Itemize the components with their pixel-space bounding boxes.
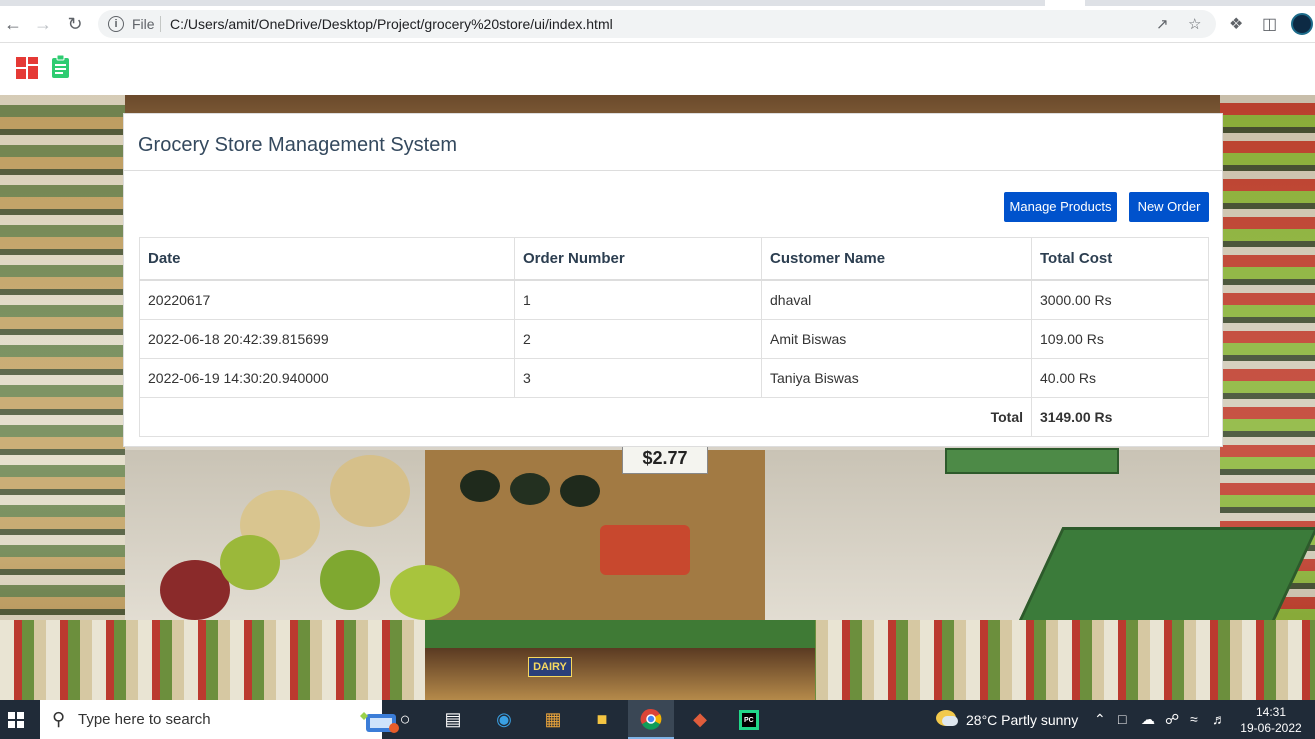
- tray-chevron-up-icon[interactable]: ⌃: [1094, 711, 1106, 728]
- address-bar[interactable]: i File C:/Users/amit/OneDrive/Desktop/Pr…: [98, 10, 1216, 38]
- profile-avatar[interactable]: [1291, 13, 1313, 35]
- search-placeholder: Type here to search: [78, 711, 211, 728]
- column-header-total-cost: Total Cost: [1031, 237, 1209, 281]
- tray-volume-icon[interactable]: ♬: [1212, 711, 1226, 727]
- column-header-date: Date: [139, 237, 515, 281]
- order-number-cell: 2: [514, 319, 762, 359]
- windows-taskbar: ⚲ Type here to search ○ ▤ ◉ ▦ ■ ◆ PC 28°…: [0, 700, 1315, 739]
- column-header-order-number: Order Number: [514, 237, 762, 281]
- file-explorer-icon[interactable]: ■: [579, 700, 625, 739]
- table-total-row: Total 3149.00 Rs: [139, 397, 1209, 437]
- dairy-sign: DAIRY: [528, 657, 572, 677]
- order-date-cell: 2022-06-19 14:30:20.940000: [139, 358, 515, 398]
- tray-wifi-icon[interactable]: ≈: [1190, 711, 1198, 727]
- tomato-pack-decoration: [600, 525, 690, 575]
- reload-icon[interactable]: ↻: [65, 14, 85, 34]
- avocado-decoration: [510, 473, 550, 505]
- taskbar-search-box[interactable]: ⚲ Type here to search: [40, 700, 399, 739]
- mango-decoration: [220, 535, 280, 590]
- mango-decoration: [160, 560, 230, 620]
- chrome-browser-icon[interactable]: [628, 700, 674, 739]
- forward-arrow-icon[interactable]: →: [33, 14, 53, 34]
- pycharm-logo-icon: PC: [739, 709, 759, 730]
- column-header-customer-name: Customer Name: [761, 237, 1032, 281]
- total-cost-cell: 3000.00 Rs: [1031, 279, 1209, 320]
- customer-name-cell: Amit Biswas: [761, 319, 1032, 359]
- search-icon: ⚲: [52, 709, 66, 729]
- floor-mat-decoration: [945, 448, 1119, 474]
- info-icon[interactable]: i: [108, 16, 124, 32]
- widgets-icon[interactable]: ▤: [430, 700, 476, 739]
- clock-date: 19-06-2022: [1240, 721, 1302, 735]
- app-header: [0, 43, 1315, 95]
- order-date-cell: 2022-06-18 20:42:39.815699: [139, 319, 515, 359]
- svg-text:PC: PC: [744, 717, 754, 724]
- customer-name-cell: dhaval: [761, 279, 1032, 320]
- customer-name-cell: Taniya Biswas: [761, 358, 1032, 398]
- task-view-icon[interactable]: ○: [382, 700, 428, 739]
- melon-decoration: [330, 455, 410, 527]
- address-separator: [160, 16, 161, 32]
- mango-decoration: [390, 565, 460, 620]
- bookmark-star-icon[interactable]: ☆: [1188, 15, 1201, 33]
- table-row: 20220617 1 dhaval 3000.00 Rs: [139, 279, 1209, 320]
- avocado-decoration: [460, 470, 500, 502]
- side-panel-icon[interactable]: ◫: [1262, 14, 1277, 34]
- table-row: 2022-06-19 14:30:20.940000 3 Taniya Bisw…: [139, 358, 1209, 398]
- order-number-cell: 3: [514, 358, 762, 398]
- dashboard-grid-icon[interactable]: [16, 57, 38, 79]
- mango-decoration: [320, 550, 380, 610]
- orders-panel: Grocery Store Management System Manage P…: [123, 113, 1223, 447]
- dairy-section-decoration: [425, 620, 815, 700]
- chrome-logo-icon: [640, 708, 662, 730]
- tray-onedrive-icon[interactable]: ☁: [1141, 711, 1155, 728]
- page-title: Grocery Store Management System: [138, 134, 458, 156]
- orders-table: Date Order Number Customer Name Total Co…: [139, 237, 1209, 437]
- file-scheme-label: File: [132, 16, 155, 32]
- avocado-decoration: [560, 475, 600, 507]
- manage-products-button[interactable]: Manage Products: [1004, 192, 1117, 222]
- order-date-cell: 20220617: [139, 279, 515, 320]
- total-cost-cell: 109.00 Rs: [1031, 319, 1209, 359]
- new-order-button[interactable]: New Order: [1129, 192, 1209, 222]
- clock-time: 14:31: [1255, 705, 1287, 719]
- order-number-cell: 1: [514, 279, 762, 320]
- windows-start-icon[interactable]: [8, 712, 24, 728]
- microsoft-store-icon[interactable]: ▦: [530, 700, 576, 739]
- git-app-icon[interactable]: ◆: [677, 700, 723, 739]
- left-shelf-decoration: [0, 95, 125, 620]
- table-row: 2022-06-18 20:42:39.815699 2 Amit Biswas…: [139, 319, 1209, 359]
- taskbar-clock[interactable]: 14:31 19-06-2022: [1240, 704, 1302, 736]
- grand-total-label: Total: [139, 397, 1032, 437]
- weather-text[interactable]: 28°C Partly sunny: [966, 712, 1078, 728]
- table-header-row: Date Order Number Customer Name Total Co…: [139, 237, 1209, 281]
- clipboard-icon[interactable]: [51, 55, 70, 79]
- share-icon[interactable]: ↗: [1156, 15, 1169, 33]
- extensions-puzzle-icon[interactable]: ❖: [1229, 14, 1243, 34]
- panel-heading: Grocery Store Management System: [124, 114, 1222, 171]
- url-text[interactable]: C:/Users/amit/OneDrive/Desktop/Project/g…: [170, 16, 613, 32]
- total-cost-cell: 40.00 Rs: [1031, 358, 1209, 398]
- grand-total-value: 3149.00 Rs: [1031, 397, 1209, 437]
- pycharm-icon[interactable]: PC: [726, 700, 772, 739]
- browser-toolbar: ← → ↻ i File C:/Users/amit/OneDrive/Desk…: [0, 6, 1315, 43]
- tray-device-icon[interactable]: □: [1118, 711, 1126, 727]
- back-arrow-icon[interactable]: ←: [3, 14, 23, 34]
- edge-browser-icon[interactable]: ◉: [481, 700, 527, 739]
- floor-mat-decoration: [1017, 527, 1315, 623]
- tray-power-icon[interactable]: ☍: [1165, 711, 1179, 728]
- weather-cloud-icon: [942, 716, 958, 726]
